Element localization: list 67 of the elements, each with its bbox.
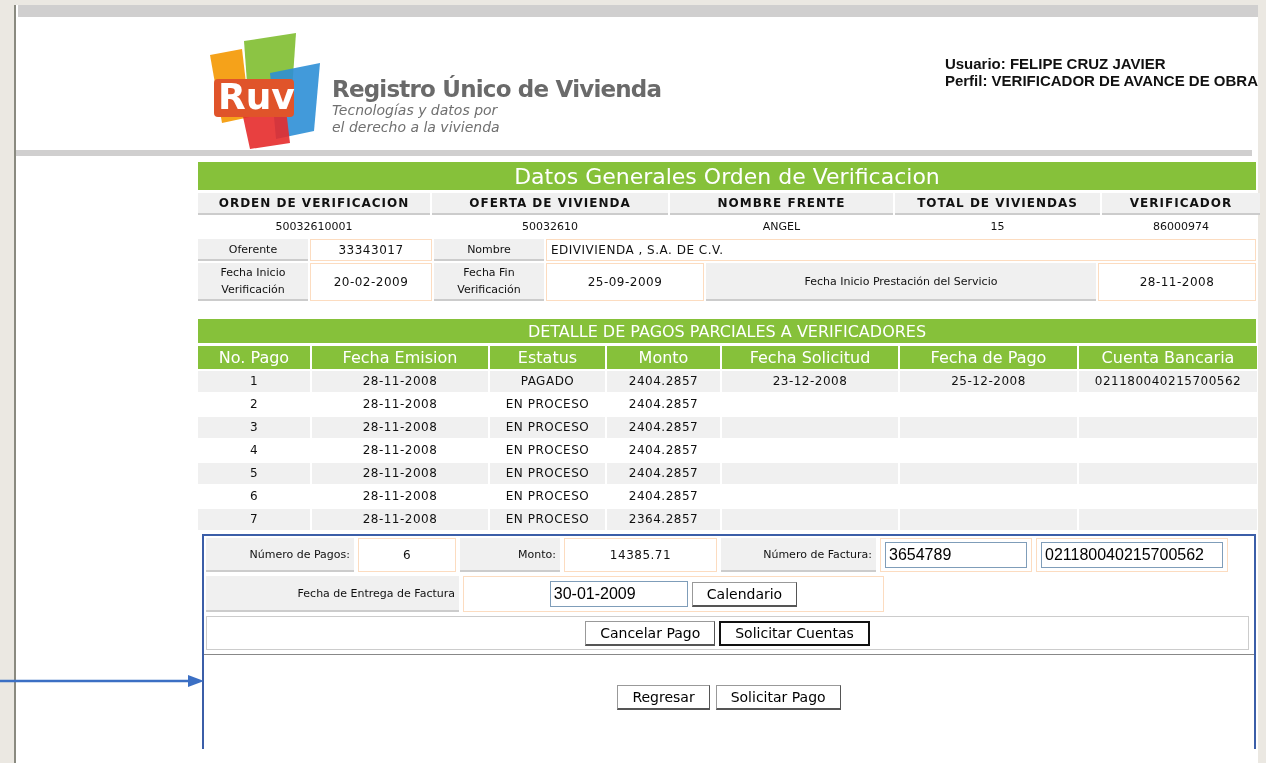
field-label: Fecha Inicio Verificación	[198, 263, 308, 301]
table-cell: 28-11-2008	[312, 509, 488, 530]
table-cell-text: 50032610001	[274, 219, 354, 235]
field-value: EDIVIVIENDA , S.A. DE C.V.	[546, 239, 1256, 261]
column-header: VERIFICADOR	[1102, 193, 1260, 215]
action-button[interactable]: Solicitar Pago	[715, 685, 841, 710]
field-label: Monto:	[460, 538, 560, 572]
table-cell: 2404.2857	[607, 463, 720, 484]
user-info: Usuario: FELIPE CRUZ JAVIER	[944, 55, 1167, 72]
date-field[interactable]: 30-01-2009	[549, 581, 688, 607]
table-cell-text: 86000974	[1152, 219, 1210, 235]
field-value: 6	[358, 538, 456, 572]
table-cell: 021180040215700562	[1079, 371, 1257, 392]
field-label: Oferente	[198, 239, 308, 261]
invoice-number-field[interactable]: 3654789	[885, 542, 1027, 568]
table-cell-text: 50032610	[521, 219, 579, 235]
table-cell: EN PROCESO	[490, 463, 605, 484]
tagline: Tecnologías y datos por	[332, 101, 499, 119]
section-title: DETALLE DE PAGOS PARCIALES A VERIFICADORES	[198, 319, 1256, 343]
table-cell: 28-11-2008	[312, 371, 488, 392]
field-label: Nombre	[434, 239, 544, 261]
table-cell: 2404.2857	[607, 371, 720, 392]
table-cell-text: ANGEL	[761, 219, 802, 235]
section-title: Datos Generales Orden de Verificacion	[198, 162, 1256, 190]
user-info: Perfil: VERIFICADOR DE AVANCE DE OBRA	[944, 72, 1258, 89]
field-label: Número de Factura:	[721, 538, 876, 572]
field-value: 14385.71	[564, 538, 717, 572]
column-header: Estatus	[490, 346, 605, 369]
field-value: 33343017	[310, 239, 432, 261]
brand-name: Registro Único de Vivienda	[332, 75, 662, 102]
field-label: Fecha de Entrega de Factura	[206, 576, 459, 612]
table-cell: 7	[198, 509, 310, 530]
column-header: ORDEN DE VERIFICACION	[198, 193, 430, 215]
table-cell: 1	[198, 371, 310, 392]
table-cell: EN PROCESO	[490, 417, 605, 438]
table-cell: 28-11-2008	[312, 463, 488, 484]
field-label: Fecha Fin Verificación	[434, 263, 544, 301]
action-button[interactable]: Cancelar Pago	[585, 620, 716, 646]
column-header: Monto	[607, 346, 720, 369]
column-header: NOMBRE FRENTE	[670, 193, 893, 215]
column-header: Cuenta Bancaria	[1079, 346, 1257, 369]
table-cell: 3	[198, 417, 310, 438]
tagline: el derecho a la vivienda	[332, 118, 501, 136]
field-value: 25-09-2009	[546, 263, 704, 301]
table-cell: 2364.2857	[607, 509, 720, 530]
field-value: 20-02-2009	[310, 263, 432, 301]
account-field[interactable]: 021180040215700562	[1041, 542, 1223, 568]
column-header: TOTAL DE VIVIENDAS	[895, 193, 1100, 215]
table-cell-text: 15	[989, 219, 1006, 235]
field-label: Número de Pagos:	[206, 538, 354, 572]
table-cell: 23-12-2008	[722, 371, 898, 392]
column-header: OFERTA DE VIVIENDA	[432, 193, 668, 215]
action-button[interactable]: Regresar	[617, 685, 710, 710]
table-cell: 25-12-2008	[900, 371, 1077, 392]
table-cell: 28-11-2008	[312, 417, 488, 438]
field-value: 28-11-2008	[1098, 263, 1256, 301]
table-cell: 5	[198, 463, 310, 484]
calendar-button[interactable]: Calendario	[691, 581, 798, 607]
action-button[interactable]: Solicitar Cuentas	[719, 620, 870, 646]
column-header: Fecha de Pago	[900, 346, 1077, 369]
field-label: Fecha Inicio Prestación del Servicio	[706, 263, 1096, 301]
column-header: Fecha Solicitud	[722, 346, 898, 369]
column-header: Fecha Emision	[312, 346, 488, 369]
table-cell: 2404.2857	[607, 417, 720, 438]
column-header: No. Pago	[198, 346, 310, 369]
table-cell: EN PROCESO	[490, 509, 605, 530]
table-cell: PAGADO	[490, 371, 605, 392]
